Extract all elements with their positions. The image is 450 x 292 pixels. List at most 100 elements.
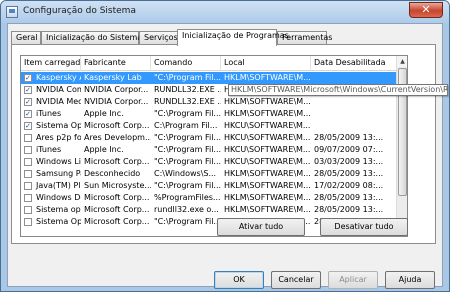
cell-command: RUNDLL32.EXE ... xyxy=(154,85,221,94)
cell-manufacturer: Ares Developm... xyxy=(84,133,151,142)
row-checkbox[interactable]: ✓ xyxy=(24,122,32,130)
cell-location: HKLM\SOFTWARE\M... xyxy=(224,205,311,214)
row-checkbox[interactable] xyxy=(24,146,32,154)
vertical-scrollbar[interactable]: ▲ ▼ xyxy=(396,56,407,236)
cell-manufacturer: NVIDIA Corpor... xyxy=(84,85,149,94)
cell-item: NVIDIA Medi... xyxy=(36,97,81,106)
row-checkbox[interactable]: ✓ xyxy=(24,98,32,106)
close-button[interactable]: ✕ xyxy=(409,2,443,18)
cell-date-disabled: 09/07/2009 07:... xyxy=(314,145,384,154)
column-header-date-disabled[interactable]: Data Desabilitada xyxy=(311,56,397,71)
ok-button[interactable]: OK xyxy=(214,271,264,289)
cell-item: Ares p2p for ... xyxy=(36,133,81,142)
msconfig-app-icon xyxy=(6,6,18,18)
cell-item: Kaspersky A... xyxy=(36,73,81,82)
cell-date-disabled: 28/05/2009 13:... xyxy=(314,193,384,202)
scroll-up-icon[interactable]: ▲ xyxy=(397,56,407,67)
cell-command: C:\Windows\S... xyxy=(154,169,217,178)
cell-manufacturer: Apple Inc. xyxy=(84,109,124,118)
row-checkbox[interactable] xyxy=(24,194,32,202)
disable-all-button[interactable]: Desativar tudo xyxy=(320,218,408,236)
cell-location: HKCU\SOFTWARE\M... xyxy=(224,157,311,166)
row-checkbox[interactable]: ✓ xyxy=(24,74,32,82)
cell-date-disabled: 03/03/2009 13:... xyxy=(314,157,384,166)
dialog-client-area: Geral Inicialização do Sistema Serviços … xyxy=(7,23,448,289)
cell-manufacturer: Sun Microsyste... xyxy=(84,181,151,190)
cell-location: HKLM\SOFTWARE\M... xyxy=(224,181,311,190)
close-icon: ✕ xyxy=(421,3,431,16)
row-checkbox[interactable] xyxy=(24,206,32,214)
title-bar[interactable]: Configuração do Sistema ✕ xyxy=(1,1,449,23)
startup-tab-page: Item carregad... Fabricante Comando Loca… xyxy=(11,44,448,244)
apply-button[interactable]: Aplicar xyxy=(328,271,378,289)
cell-location: HKCU\SOFTWARE\M... xyxy=(224,145,311,154)
row-checkbox[interactable] xyxy=(24,170,32,178)
row-checkbox[interactable] xyxy=(24,158,32,166)
cell-manufacturer: Microsoft Corp... xyxy=(84,205,150,214)
tab-general[interactable]: Geral xyxy=(11,31,41,45)
cell-manufacturer: NVIDIA Corpor... xyxy=(84,97,149,106)
table-row[interactable]: ✓ Sistema Ope...Microsoft Corp... C:\Progr… xyxy=(21,120,397,132)
cell-item: Windows Liv... xyxy=(36,157,81,166)
table-row[interactable]: Windows Liv...Microsoft Corp... "C:\Progr… xyxy=(21,156,397,168)
cell-date-disabled: 17/02/2009 08:... xyxy=(314,181,384,190)
cell-location: HKLM\SOFTWARE\M... xyxy=(224,73,311,82)
cell-command: "C:\Program Fil... xyxy=(154,109,221,118)
cell-item: iTunes xyxy=(36,145,62,154)
column-header-command[interactable]: Comando xyxy=(151,56,221,71)
row-checkbox[interactable] xyxy=(24,218,32,226)
row-checkbox[interactable]: ✓ xyxy=(24,86,32,94)
location-tooltip: HKLM\SOFTWARE\Microsoft\Windows\CurrentV… xyxy=(228,84,448,96)
cell-location: HKLM\SOFTWARE\M... xyxy=(224,109,311,118)
table-row[interactable]: Ares p2p for ...Ares Developm..."C:\Prog… xyxy=(21,132,397,144)
table-row[interactable]: Java(TM) Pl...Sun Microsyste..."C:\Progr… xyxy=(21,180,397,192)
row-checkbox[interactable] xyxy=(24,182,32,190)
cell-item: Sistema ope... xyxy=(36,205,81,214)
cell-manufacturer: Apple Inc. xyxy=(84,145,124,154)
column-header-location[interactable]: Local xyxy=(221,56,311,71)
startup-items-list[interactable]: Item carregad... Fabricante Comando Loca… xyxy=(20,55,408,237)
cell-date-disabled: 28/05/2009 13:... xyxy=(314,205,384,214)
row-checkbox[interactable] xyxy=(24,134,32,142)
cell-location: HKLM\SOFTWARE\M... xyxy=(224,97,311,106)
cell-command: %ProgramFiles... xyxy=(154,193,221,202)
cell-item: NVIDIA Com... xyxy=(36,85,81,94)
cell-location: HKCU\SOFTWARE\M... xyxy=(224,133,311,142)
cancel-button[interactable]: Cancelar xyxy=(271,271,321,289)
table-row[interactable]: Sistema ope...Microsoft Corp... rundll32.… xyxy=(21,204,397,216)
cell-item: Samsung Pa... xyxy=(36,169,81,178)
table-row[interactable]: Samsung Pa...Desconhecido C:\Windows\S...… xyxy=(21,168,397,180)
table-row[interactable]: Windows De...Microsoft Corp... %ProgramFi… xyxy=(21,192,397,204)
cell-date-disabled xyxy=(311,108,397,120)
column-header-item[interactable]: Item carregad... xyxy=(21,56,81,71)
row-checkbox[interactable]: ✓ xyxy=(24,110,32,118)
cell-item: Sistema Ope... xyxy=(36,217,81,226)
help-button[interactable]: Ajuda xyxy=(385,271,435,289)
column-header-manufacturer[interactable]: Fabricante xyxy=(81,56,151,71)
table-row[interactable]: ✓ NVIDIA Medi...NVIDIA Corpor... RUNDLL32.… xyxy=(21,96,397,108)
tab-startup[interactable]: Inicialização de Programas xyxy=(177,29,289,46)
window-title: Configuração do Sistema xyxy=(23,6,136,16)
cell-command: "C:\Program Fil... xyxy=(154,181,221,190)
table-row[interactable]: iTunes Apple Inc. "C:\Program Fil... HKCU\S… xyxy=(21,144,397,156)
cell-item: Windows De... xyxy=(36,193,81,202)
cell-location: HKLM\SOFTWARE\M... xyxy=(224,169,311,178)
cell-location: HKCU\SOFTWARE\M... xyxy=(224,121,311,130)
cell-date-disabled: 28/05/2009 13:... xyxy=(314,133,384,142)
table-row[interactable]: ✓ Kaspersky A...Kaspersky Lab "C:\Program … xyxy=(21,72,397,84)
cell-manufacturer: Microsoft Corp... xyxy=(84,157,150,166)
list-header: Item carregad... Fabricante Comando Loca… xyxy=(21,56,397,71)
cell-command: rundll32.exe o... xyxy=(154,205,219,214)
tab-boot[interactable]: Inicialização do Sistema xyxy=(41,31,142,45)
cell-command: "C:\Program Fil... xyxy=(154,73,221,82)
cell-date-disabled xyxy=(311,120,397,132)
cell-item: iTunes xyxy=(36,109,62,118)
table-row[interactable]: ✓ iTunes Apple Inc. "C:\Program Fil... HKLM\… xyxy=(21,108,397,120)
cell-manufacturer: Desconhecido xyxy=(84,169,141,178)
tab-services[interactable]: Serviços xyxy=(139,31,179,45)
cell-item: Java(TM) Pl... xyxy=(36,181,81,190)
cell-command: RUNDLL32.EXE ... xyxy=(154,97,221,106)
cell-command: "C:\Program Fil... xyxy=(154,157,221,166)
cell-command: "C:\Program Fil... xyxy=(154,133,221,142)
enable-all-button[interactable]: Ativar tudo xyxy=(217,218,305,236)
